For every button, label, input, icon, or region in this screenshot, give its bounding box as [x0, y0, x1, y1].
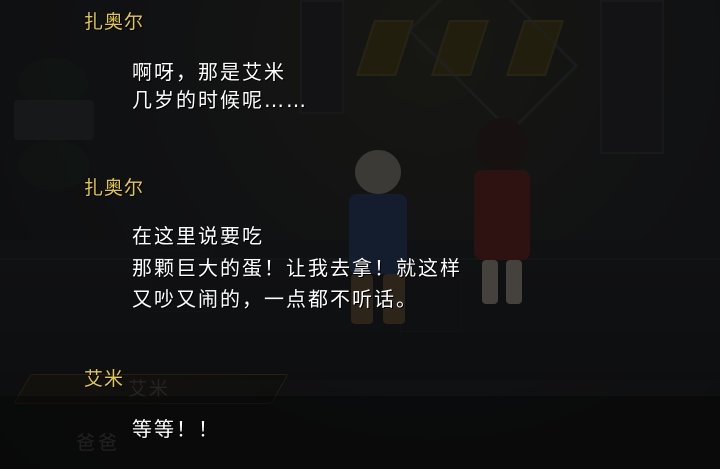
log-speaker-name: 扎奥尔 — [84, 11, 145, 33]
log-speaker-name: 扎奥尔 — [84, 177, 145, 199]
log-speaker-name: 艾米 — [84, 368, 125, 390]
log-line: 等等！！ — [132, 417, 220, 441]
log-line: 几岁的时候呢…… — [132, 88, 308, 112]
log-line: 那颗巨大的蛋！让我去拿！就这样 — [132, 256, 462, 280]
log-line: 啊呀，那是艾米 — [132, 60, 286, 84]
log-line: 又吵又闹的，一点都不听话。 — [132, 287, 418, 311]
dialogue-log-overlay[interactable]: 扎奥尔 啊呀，那是艾米 几岁的时候呢…… 扎奥尔 在这里说要吃 那颗巨大的蛋！让… — [0, 0, 720, 469]
log-line: 在这里说要吃 — [132, 224, 264, 248]
